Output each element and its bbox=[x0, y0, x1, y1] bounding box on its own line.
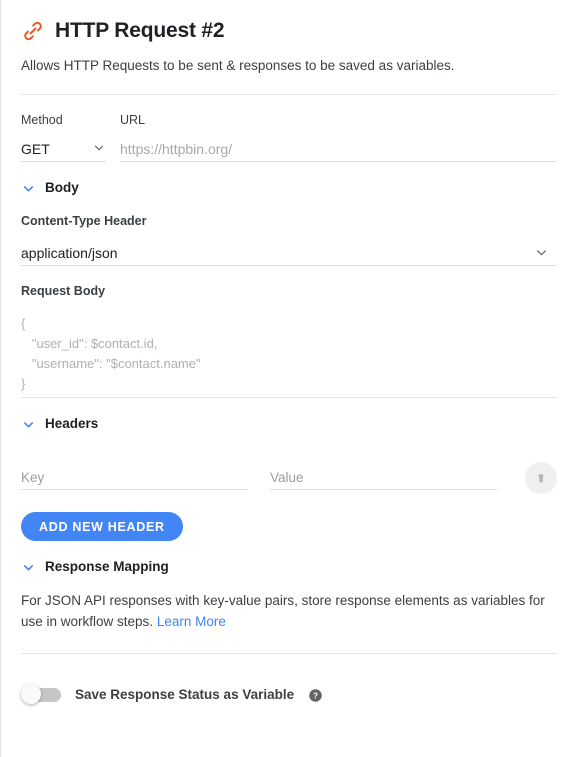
request-body-group: Request Body { "user_id": $contact.id, "… bbox=[1, 266, 562, 398]
method-value: GET bbox=[21, 141, 50, 157]
content-type-select[interactable]: application/json bbox=[21, 240, 557, 266]
save-response-status-toggle[interactable] bbox=[21, 684, 61, 704]
section-title-response-mapping: Response Mapping bbox=[45, 559, 169, 574]
request-body-textarea[interactable]: { "user_id": $contact.id, "username": "$… bbox=[21, 310, 557, 398]
add-header-button-wrap: ADD NEW HEADER bbox=[1, 490, 562, 541]
section-header-body[interactable]: Body bbox=[1, 162, 562, 196]
toggle-knob bbox=[21, 684, 41, 704]
method-field-group: Method GET bbox=[21, 113, 106, 162]
content-type-value: application/json bbox=[21, 244, 118, 261]
add-new-header-button[interactable]: ADD NEW HEADER bbox=[21, 512, 183, 541]
delete-header-button[interactable] bbox=[525, 462, 557, 494]
url-field-group: URL https://httpbin.org/ bbox=[120, 113, 557, 162]
request-body-placeholder: { "user_id": $contact.id, "username": "$… bbox=[21, 316, 201, 391]
header-key-input[interactable]: Key bbox=[21, 470, 44, 485]
response-mapping-description: For JSON API responses with key-value pa… bbox=[21, 593, 545, 629]
section-title-body: Body bbox=[45, 180, 79, 195]
page-title: HTTP Request #2 bbox=[55, 19, 225, 42]
chevron-down-icon bbox=[92, 141, 106, 155]
content-type-label: Content-Type Header bbox=[21, 214, 147, 228]
request-body-label: Request Body bbox=[21, 284, 106, 298]
panel-header: HTTP Request #2 bbox=[1, 0, 562, 44]
section-header-headers[interactable]: Headers bbox=[1, 398, 562, 432]
trash-icon bbox=[534, 470, 548, 486]
header-value-field: Value bbox=[270, 466, 497, 490]
help-circle-icon[interactable]: ? bbox=[308, 688, 323, 703]
url-input[interactable]: https://httpbin.org/ bbox=[120, 140, 232, 158]
method-select[interactable]: GET bbox=[21, 137, 106, 162]
section-title-headers: Headers bbox=[45, 416, 99, 431]
chevron-down-icon bbox=[21, 560, 36, 575]
panel-description: Allows HTTP Requests to be sent & respon… bbox=[21, 58, 455, 73]
header-key-value-row: Key Value bbox=[1, 432, 562, 494]
header-value-input[interactable]: Value bbox=[270, 470, 304, 485]
url-label: URL bbox=[120, 113, 146, 127]
link-chain-icon bbox=[21, 19, 45, 43]
learn-more-link[interactable]: Learn More bbox=[157, 614, 226, 629]
http-request-panel: HTTP Request #2 Allows HTTP Requests to … bbox=[0, 0, 562, 757]
chevron-down-icon bbox=[21, 181, 36, 196]
save-response-status-label: Save Response Status as Variable bbox=[75, 687, 295, 702]
svg-text:?: ? bbox=[313, 691, 318, 700]
chevron-down-icon bbox=[21, 417, 36, 432]
save-response-status-row: Save Response Status as Variable ? bbox=[1, 654, 562, 704]
method-url-row: Method GET URL https://httpbin.org/ bbox=[1, 95, 562, 162]
url-field-wrap: https://httpbin.org/ bbox=[120, 137, 557, 162]
header-key-field: Key bbox=[21, 466, 248, 490]
section-header-response-mapping[interactable]: Response Mapping bbox=[1, 541, 562, 575]
content-type-group: Content-Type Header application/json bbox=[1, 196, 562, 266]
response-mapping-description-wrap: For JSON API responses with key-value pa… bbox=[1, 575, 562, 632]
method-label: Method bbox=[21, 113, 63, 127]
chevron-down-icon bbox=[534, 245, 549, 260]
